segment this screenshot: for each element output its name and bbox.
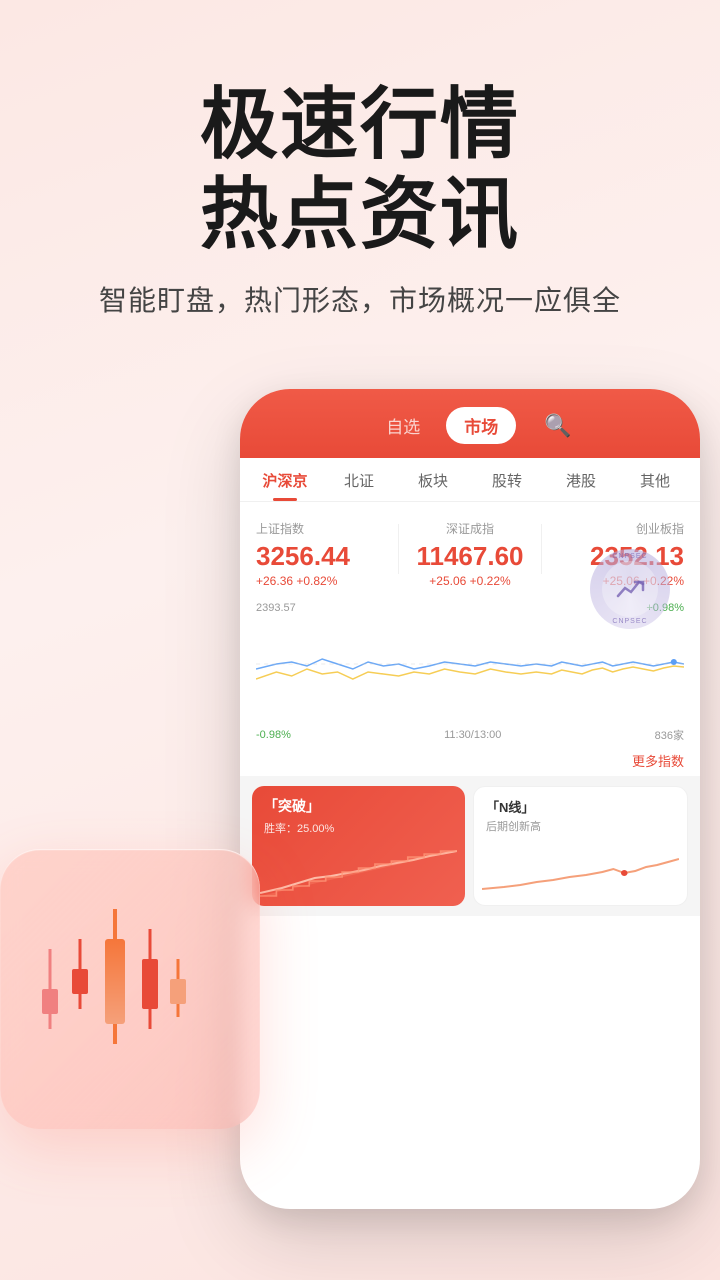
tab-qita[interactable]: 其他 <box>618 458 692 501</box>
stamp-icon <box>615 574 645 604</box>
chart-negative-label: -0.98% <box>256 729 291 741</box>
index-shenzhen: 深证成指 11467.60 +25.06 +0.22% <box>399 514 541 594</box>
nav-item-shichang[interactable]: 市场 <box>446 407 516 444</box>
cnpsec-stamp: CNPSEC CNPSEC <box>590 549 670 629</box>
index-value-2: 11467.60 <box>399 541 541 572</box>
stamp-text: CNPSEC <box>612 553 647 560</box>
phone-frame: 自选 市场 🔍 沪深京 北证 板块 股转 港股 其他 上证指数 3256.44 … <box>240 389 700 1209</box>
chart-count: 836家 <box>655 727 684 743</box>
search-icon[interactable]: 🔍 <box>544 413 571 439</box>
tab-ganggu[interactable]: 港股 <box>544 458 618 501</box>
index-label-2: 深证成指 <box>399 520 541 537</box>
index-shangzheng: 上证指数 3256.44 +26.36 +0.82% <box>256 514 398 594</box>
phone-area: 自选 市场 🔍 沪深京 北证 板块 股转 港股 其他 上证指数 3256.44 … <box>20 389 700 1209</box>
hero-subtitle: 智能盯盘，热门形态，市场概况一应俱全 <box>40 279 680 319</box>
index-label-1: 上证指数 <box>256 520 398 537</box>
hero-title-line2: 热点资讯 <box>200 170 520 258</box>
app-tabs: 沪深京 北证 板块 股转 港股 其他 <box>240 458 700 502</box>
card-red-subtitle: 胜率：25.00% <box>252 820 465 836</box>
cards-section: 「突破」 胜率：25.00% 「N线」 后期创新高 <box>240 776 700 916</box>
app-header: 自选 市场 🔍 <box>240 389 700 458</box>
card-white-title: 「N线」 <box>474 787 687 818</box>
market-chart <box>256 614 684 714</box>
more-index-button[interactable]: 更多指数 <box>240 751 700 776</box>
chart-top-label: 2393.57 <box>256 602 296 614</box>
stamp-text-bottom: CNPSEC <box>612 618 647 625</box>
index-change-2: +25.06 +0.22% <box>399 574 541 588</box>
chart-bottom: -0.98% 11:30/13:00 836家 <box>240 723 700 751</box>
hero-section: 极速行情 热点资讯 智能盯盘，热门形态，市场概况一应俱全 <box>0 0 720 359</box>
tab-guzhuang[interactable]: 股转 <box>470 458 544 501</box>
card-white-subtitle: 后期创新高 <box>474 818 687 834</box>
card-red-title: 「突破」 <box>252 786 465 820</box>
card-white-chart <box>482 847 679 897</box>
hero-title: 极速行情 热点资讯 <box>40 80 680 259</box>
tab-bankuai[interactable]: 板块 <box>396 458 470 501</box>
chart-time-label: 11:30/13:00 <box>291 729 655 741</box>
tab-hushenji[interactable]: 沪深京 <box>248 458 322 501</box>
index-label-3: 创业板指 <box>542 520 684 537</box>
index-change-1: +26.36 +0.82% <box>256 574 398 588</box>
card-nxian[interactable]: 「N线」 后期创新高 <box>473 786 688 906</box>
nav-item-zixuan[interactable]: 自选 <box>368 407 438 444</box>
hero-title-line1: 极速行情 <box>200 80 520 168</box>
tab-beizheng[interactable]: 北证 <box>322 458 396 501</box>
app-nav: 自选 市场 🔍 <box>260 407 680 458</box>
card-tupo[interactable]: 「突破」 胜率：25.00% <box>252 786 465 906</box>
card-red-chart <box>260 848 457 898</box>
index-value-1: 3256.44 <box>256 541 398 572</box>
candle-decoration <box>0 849 260 1129</box>
